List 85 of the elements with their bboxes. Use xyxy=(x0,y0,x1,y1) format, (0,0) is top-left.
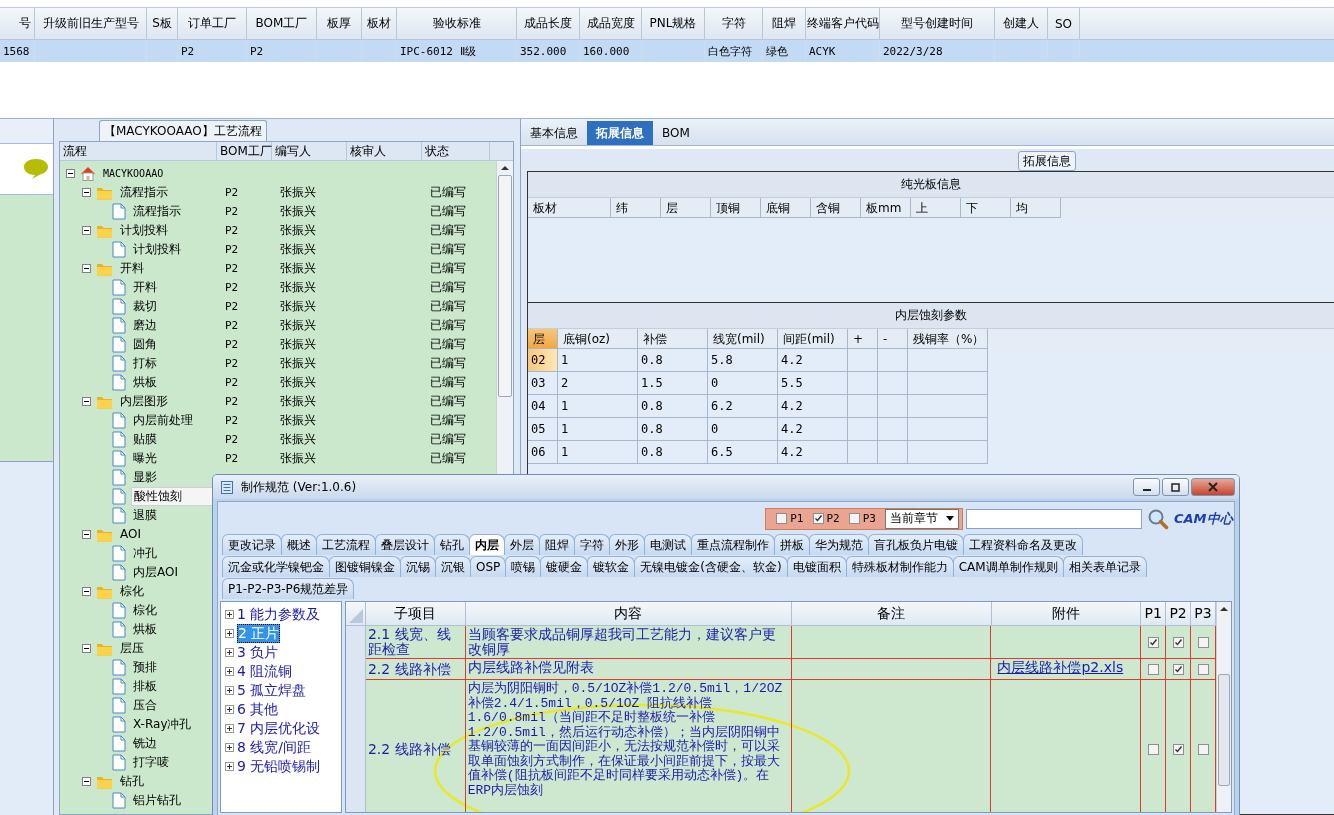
table-cell: 已编写 xyxy=(430,394,466,408)
table-cell: 03 xyxy=(528,372,558,395)
table-cell: P2 xyxy=(178,40,247,62)
table-cell: 张振兴 xyxy=(280,204,316,218)
table-cell: P2 xyxy=(225,338,239,351)
table-cell: P2 xyxy=(225,395,239,408)
table-cell: 张振兴 xyxy=(280,242,316,256)
table-cell: 已编写 xyxy=(430,223,466,237)
table-cell: P2 xyxy=(225,205,239,218)
table-cell: P2 xyxy=(225,186,239,199)
table-cell: P2 xyxy=(225,376,239,389)
table-cell: 4.2 xyxy=(778,441,848,464)
table-cell: 张振兴 xyxy=(280,375,316,389)
table-cell: 已编写 xyxy=(430,318,466,332)
table-cell: 张振兴 xyxy=(280,432,316,446)
group-title: 拓展信息 xyxy=(1018,151,1076,171)
table-cell: 张振兴 xyxy=(280,185,316,199)
table-cell: 0.8 xyxy=(638,418,708,441)
table-cell: 已编写 xyxy=(430,299,466,313)
table-cell: 0.8 xyxy=(638,349,708,372)
table-cell: P2 xyxy=(225,224,239,237)
table-cell: 1 xyxy=(558,395,638,418)
table-cell: 张振兴 xyxy=(280,280,316,294)
table-cell: 已编写 xyxy=(430,337,466,351)
table-cell: 张振兴 xyxy=(280,318,316,332)
table-cell: 已编写 xyxy=(430,413,466,427)
table-cell: 1 xyxy=(558,349,638,372)
table-cell: 张振兴 xyxy=(280,223,316,237)
table-cell: P2 xyxy=(225,357,239,370)
table-cell: 5.5 xyxy=(778,372,848,395)
table-cell: 已编写 xyxy=(430,242,466,256)
section-title: 内层蚀刻参数 xyxy=(528,303,1334,329)
table-cell: 352.000 xyxy=(517,40,580,62)
table-cell: 已编写 xyxy=(430,204,466,218)
table-cell: 5.8 xyxy=(708,349,778,372)
table-cell: 0.8 xyxy=(638,395,708,418)
table-cell: 张振兴 xyxy=(280,261,316,275)
table-cell: 6.5 xyxy=(708,441,778,464)
table-cell: 2022/3/28 xyxy=(880,40,995,62)
table-cell: 1.5 xyxy=(638,372,708,395)
table-cell: 张振兴 xyxy=(280,394,316,408)
table-cell: P2 xyxy=(247,40,317,62)
table-cell: 0 xyxy=(708,372,778,395)
table-cell: 4.2 xyxy=(778,395,848,418)
table-cell: 张振兴 xyxy=(280,413,316,427)
table-cell: 已编写 xyxy=(430,356,466,370)
table-cell: 02 xyxy=(528,349,558,372)
table-cell: 4.2 xyxy=(778,349,848,372)
table-cell: P2 xyxy=(225,433,239,446)
table-cell: 已编写 xyxy=(430,375,466,389)
table-cell: IPC-6012 Ⅱ级 xyxy=(397,40,517,62)
table-cell: 0.8 xyxy=(638,441,708,464)
table-cell: 已编写 xyxy=(430,261,466,275)
table-cell: 张振兴 xyxy=(280,356,316,370)
table-cell: 04 xyxy=(528,395,558,418)
window-title: 制作规范 (Ver:1.0.6) xyxy=(241,478,357,496)
table-cell: 张振兴 xyxy=(280,451,316,465)
table-cell: ACYK xyxy=(806,40,880,62)
table-cell: P2 xyxy=(225,281,239,294)
table-cell: 4.2 xyxy=(778,418,848,441)
table-cell: P2 xyxy=(225,319,239,332)
table-cell: 绿色 xyxy=(763,40,806,62)
table-cell: 张振兴 xyxy=(280,299,316,313)
table-cell: P2 xyxy=(225,243,239,256)
table-cell: 160.000 xyxy=(580,40,642,62)
table-cell: 1 xyxy=(558,441,638,464)
table-cell: 06 xyxy=(528,441,558,464)
table-cell: 6.2 xyxy=(708,395,778,418)
table-cell: 白色字符 xyxy=(705,40,763,62)
table-cell: 张振兴 xyxy=(280,337,316,351)
table-cell: 已编写 xyxy=(430,451,466,465)
table-cell: 已编写 xyxy=(430,185,466,199)
section-title: 纯光板信息 xyxy=(528,172,1334,198)
table-cell: P2 xyxy=(225,262,239,275)
table-cell: 05 xyxy=(528,418,558,441)
table-cell: 2 xyxy=(558,372,638,395)
table-cell: P2 xyxy=(225,414,239,427)
table-cell: P2 xyxy=(225,300,239,313)
table-cell: 1 xyxy=(558,418,638,441)
table-cell: P2 xyxy=(225,452,239,465)
panel-title: 【MACYKOOAAO】工艺流程 xyxy=(99,120,267,141)
table-cell: 1568 xyxy=(0,40,35,62)
table-cell: 已编写 xyxy=(430,280,466,294)
table-cell: 0 xyxy=(708,418,778,441)
table-cell: 已编写 xyxy=(430,432,466,446)
